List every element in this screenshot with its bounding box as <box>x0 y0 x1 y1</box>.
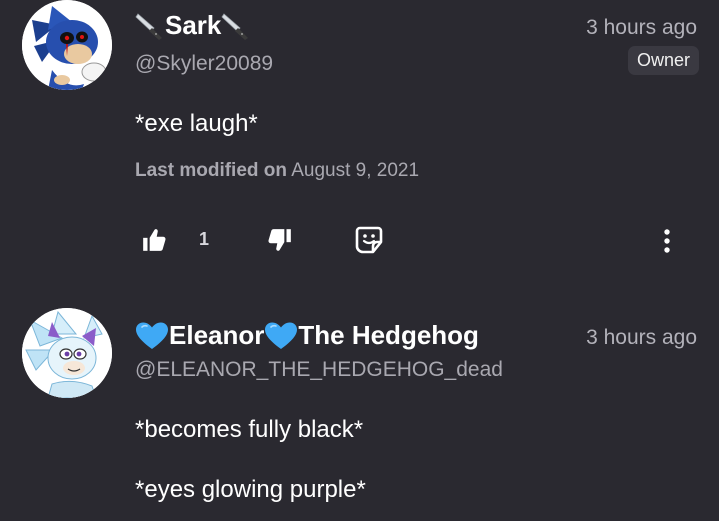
like-count: 1 <box>199 229 210 249</box>
comment-text-line: *becomes fully black* <box>135 416 364 443</box>
reply-sticker-icon <box>355 226 383 254</box>
blue-heart-icon <box>264 321 298 351</box>
comment-text-line: *eyes glowing purple* <box>135 476 366 503</box>
comment: Eleanor The Hedgehog @ELEANOR_THE_HEDGEH… <box>0 306 719 521</box>
last-modified-label: Last modified on <box>135 160 287 181</box>
comment-text: *exe laugh* <box>135 110 258 137</box>
author-name-part2: The Hedgehog <box>298 320 479 350</box>
author-name-text: Sark <box>165 10 222 40</box>
avatar[interactable] <box>22 0 112 90</box>
dislike-button[interactable] <box>266 225 294 255</box>
thumbs-down-icon <box>268 229 291 251</box>
comment-actions: 1 <box>0 222 719 262</box>
avatar[interactable] <box>22 308 112 398</box>
blue-heart-icon <box>135 321 169 351</box>
owner-badge: Owner <box>627 46 699 75</box>
author-name[interactable]: Sark <box>135 10 251 41</box>
reply-button[interactable] <box>354 223 384 257</box>
author-handle[interactable]: @ELEANOR_THE_HEDGEHOG_dead <box>135 358 503 382</box>
last-modified-date: August 9, 2021 <box>291 160 420 181</box>
author-name[interactable]: Eleanor The Hedgehog <box>135 320 479 351</box>
sonic-exe-avatar-icon <box>22 0 112 90</box>
timestamp: 3 hours ago <box>586 16 697 39</box>
hedgehog-oc-avatar-icon <box>22 308 112 398</box>
author-handle[interactable]: @Skyler20089 <box>135 52 273 76</box>
comment: Sark @Skyler20089 3 hours ago Owner *exe… <box>0 0 719 285</box>
knife-emoji-icon <box>135 11 165 41</box>
more-options-button[interactable] <box>656 225 678 257</box>
like-button[interactable] <box>140 225 168 255</box>
author-name-part1: Eleanor <box>169 320 265 350</box>
timestamp: 3 hours ago <box>586 326 697 349</box>
comment-feed: Sark @Skyler20089 3 hours ago Owner *exe… <box>0 0 719 521</box>
more-vertical-icon <box>664 229 670 253</box>
knife-emoji-icon <box>221 11 251 41</box>
last-modified: Last modified on August 9, 2021 <box>135 160 419 182</box>
thumbs-up-icon <box>143 229 166 251</box>
